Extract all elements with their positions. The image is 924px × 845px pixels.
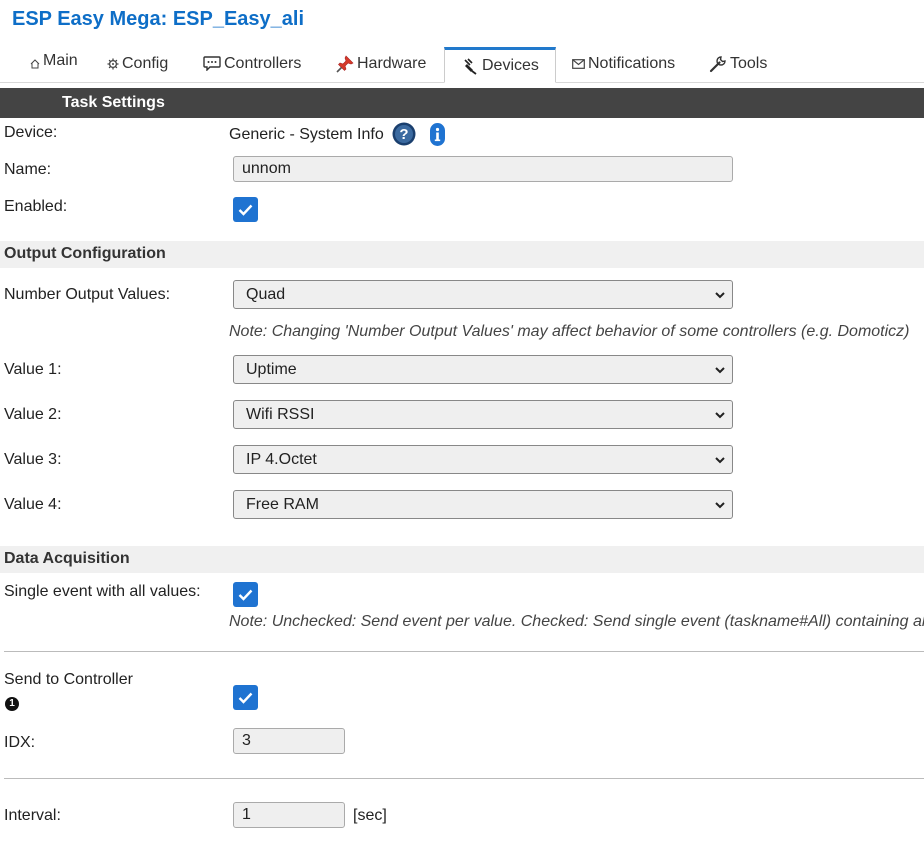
value1-select[interactable]: Uptime — [233, 355, 733, 384]
info-icon[interactable] — [430, 123, 445, 146]
interval-label: Interval: — [4, 807, 61, 824]
enabled-label: Enabled: — [4, 198, 68, 215]
tab-main[interactable]: Main — [30, 46, 78, 81]
chat-bubble-icon — [203, 56, 221, 71]
chevron-down-icon — [715, 457, 725, 464]
tab-hardware[interactable]: Hardware — [336, 46, 426, 81]
value1-label: Value 1: — [4, 361, 62, 378]
envelope-icon — [572, 58, 585, 69]
device-value: Generic - System Info — [229, 126, 384, 143]
tab-config[interactable]: Config — [107, 46, 168, 81]
tab-devices[interactable]: Devices — [444, 47, 556, 83]
value3-select[interactable]: IP 4.Octet — [233, 445, 733, 474]
home-icon — [30, 58, 40, 69]
num-output-selected: Quad — [246, 285, 286, 303]
name-label: Name: — [4, 161, 52, 178]
tab-tools[interactable]: Tools — [709, 46, 767, 81]
checkmark-icon — [238, 692, 253, 704]
app-title: ESP Easy Mega: ESP_Easy_ali — [12, 8, 305, 30]
chevron-down-icon — [715, 412, 725, 419]
name-input[interactable] — [233, 156, 733, 182]
num-output-select[interactable]: Quad — [233, 280, 733, 309]
device-label: Device: — [4, 124, 58, 141]
tab-controllers[interactable]: Controllers — [203, 46, 301, 81]
tab-controllers-label: Controllers — [224, 54, 302, 72]
value4-select[interactable]: Free RAM — [233, 490, 733, 519]
num-output-note: Note: Changing 'Number Output Values' ma… — [229, 323, 910, 340]
wrench-icon — [709, 55, 727, 73]
tab-tools-label: Tools — [730, 54, 768, 72]
tab-devices-label: Devices — [482, 57, 539, 74]
svg-text:?: ? — [399, 126, 408, 143]
tab-bar: Main Config Controllers Hardware Devices… — [0, 46, 924, 83]
tab-config-label: Config — [122, 54, 169, 72]
data-acquisition-header: Data Acquisition — [0, 546, 924, 573]
interval-input[interactable] — [233, 802, 345, 828]
task-settings-header: Task Settings — [0, 88, 924, 118]
interval-unit: [sec] — [353, 807, 387, 824]
gear-icon — [107, 58, 119, 70]
help-icon[interactable]: ? — [392, 122, 416, 146]
pushpin-icon — [336, 54, 354, 73]
idx-input[interactable] — [233, 728, 345, 754]
divider — [4, 651, 924, 652]
value3-label: Value 3: — [4, 451, 62, 468]
tab-notifications-label: Notifications — [588, 54, 676, 72]
chevron-down-icon — [715, 292, 725, 299]
value2-select[interactable]: Wifi RSSI — [233, 400, 733, 429]
value2-label: Value 2: — [4, 406, 62, 423]
value4-label: Value 4: — [4, 496, 62, 513]
checkmark-icon — [238, 589, 253, 601]
single-event-label: Single event with all values: — [4, 583, 201, 600]
send-controller-checkbox[interactable] — [233, 685, 258, 710]
controller-number-badge: 1 — [5, 697, 19, 711]
plug-icon — [462, 57, 479, 75]
idx-label: IDX: — [4, 734, 36, 751]
enabled-checkbox[interactable] — [233, 197, 258, 222]
chevron-down-icon — [715, 367, 725, 374]
single-event-checkbox[interactable] — [233, 582, 258, 607]
num-output-label: Number Output Values: — [4, 286, 171, 303]
chevron-down-icon — [715, 502, 725, 509]
output-config-header: Output Configuration — [0, 241, 924, 268]
divider — [4, 778, 924, 779]
tab-main-label: Main — [43, 51, 78, 69]
tab-hardware-label: Hardware — [357, 54, 427, 72]
single-event-note: Note: Unchecked: Send event per value. C… — [229, 613, 924, 630]
checkmark-icon — [238, 204, 253, 216]
send-controller-label: Send to Controller — [4, 671, 133, 688]
tab-notifications[interactable]: Notifications — [572, 46, 675, 81]
